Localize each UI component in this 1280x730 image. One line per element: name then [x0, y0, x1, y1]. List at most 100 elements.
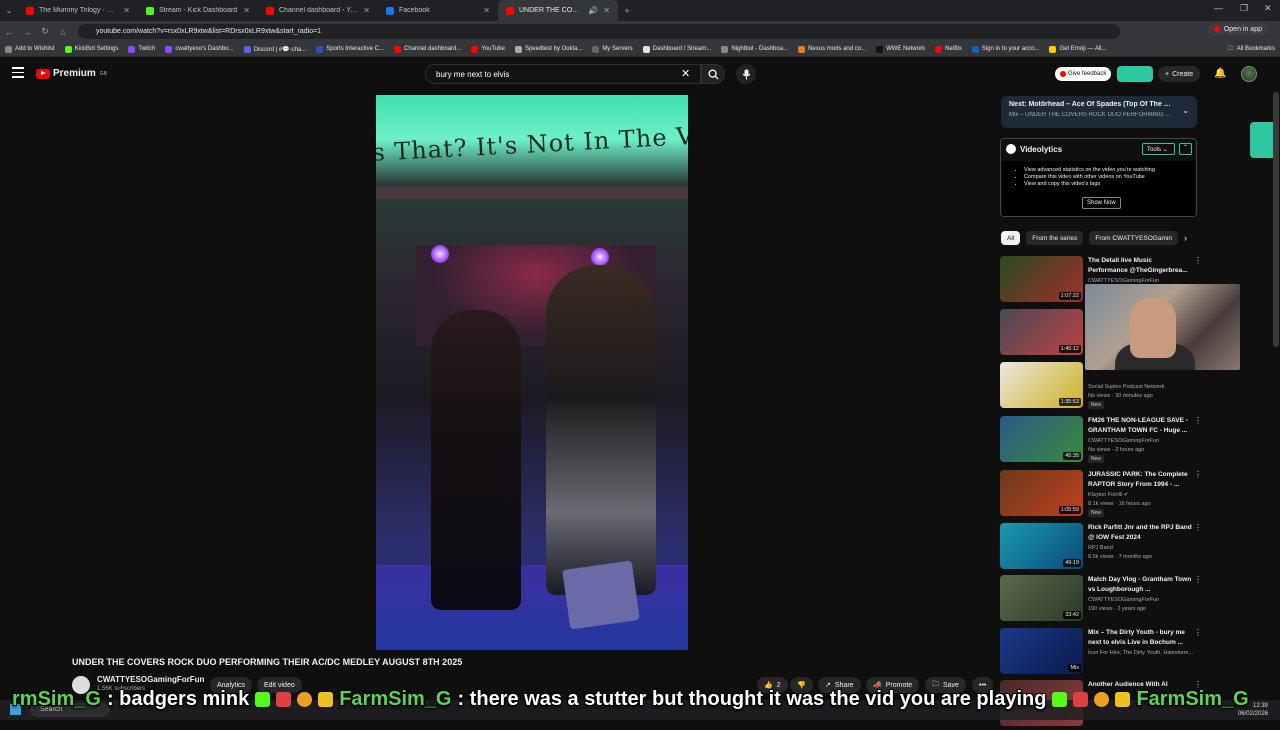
video-title[interactable]: Match Day Vlog - Grantham Town vs Loughb…	[1088, 575, 1192, 595]
video-thumbnail[interactable]: 1:07:22	[1000, 256, 1083, 302]
browser-tab[interactable]: Channel dashboard - YouTube ✕	[258, 0, 378, 21]
bookmark-item[interactable]: cwattyeso's Dashbo...	[160, 45, 238, 53]
bookmark-item[interactable]: KickBot Settings	[60, 45, 124, 53]
back-icon[interactable]: ←	[0, 27, 18, 37]
recommended-video[interactable]: 1:05:59 JURASSIC PARK: The Complete RAPTO…	[1000, 470, 1202, 520]
more-vert-icon[interactable]: ⋮	[1194, 523, 1202, 532]
more-vert-icon[interactable]: ⋮	[1194, 470, 1202, 479]
bookmark-item[interactable]: Sign in to your acco...	[967, 45, 1045, 53]
bookmark-item[interactable]: My Servers	[587, 45, 637, 53]
recommended-video[interactable]: 49:19 Rick Parfitt Jnr and the RPJ Band @…	[1000, 523, 1202, 573]
chat-ticker-overlay: rmSim_G : badgers mink FarmSim_G : there…	[0, 686, 1280, 712]
clear-search-icon[interactable]: ✕	[681, 67, 690, 80]
more-vert-icon[interactable]: ⋮	[1194, 416, 1202, 425]
notifications-bell-icon[interactable]: 🔔	[1214, 68, 1226, 79]
chevron-down-icon[interactable]: ⌄	[1182, 106, 1189, 115]
video-thumbnail[interactable]: 45:35	[1000, 416, 1083, 462]
show-now-button[interactable]: Show Now	[1082, 197, 1121, 209]
open-in-app-button[interactable]: Open in app	[1207, 23, 1268, 35]
forward-icon[interactable]: →	[18, 27, 36, 37]
close-icon[interactable]: ✕	[603, 6, 610, 15]
recommended-video[interactable]: 45:35 FM26 THE NON-LEAGUE SAVE - GRANTHAM…	[1000, 416, 1202, 466]
video-thumbnail[interactable]: 49:19	[1000, 523, 1083, 569]
bookmark-item[interactable]: Discord | #💬-cha...	[239, 45, 312, 53]
chevron-right-icon[interactable]: ›	[1184, 233, 1187, 243]
up-next-banner[interactable]: Next: Motörhead – Ace Of Spades (Top Of …	[1001, 96, 1197, 128]
bookmark-item[interactable]: YouTube	[466, 45, 510, 53]
browser-tab[interactable]: Stream - Kick Dashboard ✕	[138, 0, 258, 21]
video-thumbnail[interactable]: 1:45:12	[1000, 309, 1083, 355]
collapse-icon[interactable]: ⌃	[1179, 143, 1192, 155]
close-icon[interactable]: ✕	[243, 6, 250, 15]
account-avatar[interactable]	[1241, 66, 1257, 82]
bookmark-item[interactable]: Twitch	[123, 45, 160, 53]
browser-tab[interactable]: The Mummy Trilogy - Caravan ✕	[18, 0, 138, 21]
bookmark-item[interactable]: WWE Network	[871, 45, 930, 53]
video-title[interactable]: JURASSIC PARK: The Complete RAPTOR Story…	[1088, 470, 1192, 490]
chip-all[interactable]: All	[1001, 231, 1021, 245]
bookmark-item[interactable]: Nightbot - Dashboa...	[716, 45, 793, 53]
create-button[interactable]: + Create	[1158, 66, 1201, 82]
minimize-icon[interactable]: —	[1214, 3, 1223, 13]
video-thumbnail[interactable]: Mix	[1000, 628, 1083, 674]
bookmark-item[interactable]: Speedtest by Ookla...	[510, 45, 587, 53]
close-icon[interactable]: ✕	[123, 6, 130, 15]
video-player[interactable]: s That? It's Not In The VodkabuLary Let …	[376, 95, 688, 650]
channel-name[interactable]: CWATTYESOGamingForFun	[1088, 597, 1159, 603]
chip-from-channel[interactable]: From CWATTYESOGamin	[1089, 231, 1178, 245]
video-title[interactable]: The Detail live Music Performance @TheGi…	[1088, 256, 1192, 276]
channel-name[interactable]: CWATTYESOGamingForFun	[1088, 438, 1159, 444]
url-field[interactable]: youtube.com/watch?v=rsx0xLR9xtw&list=RDr…	[78, 24, 1120, 39]
video-thumbnail[interactable]: 1:35:53	[1000, 362, 1083, 408]
bookmark-item[interactable]: Dashboard / Stream...	[638, 45, 717, 53]
channel-name[interactable]: RPJ Band	[1088, 545, 1113, 551]
reload-icon[interactable]: ↻	[36, 26, 54, 37]
more-vert-icon[interactable]: ⋮	[1194, 575, 1202, 584]
search-button[interactable]	[701, 64, 725, 84]
channel-name[interactable]: CWATTYESOGamingForFun	[97, 675, 204, 684]
video-thumbnail[interactable]: 1:05:59	[1000, 470, 1083, 516]
bookmark-favicon-icon	[64, 45, 72, 53]
bookmark-item[interactable]: Channel dashboard...	[389, 45, 466, 53]
search-input[interactable]: bury me next to elvis	[425, 64, 701, 84]
close-icon[interactable]: ✕	[483, 6, 490, 15]
bookmark-item[interactable]: Add to Wishlist	[0, 45, 60, 53]
close-window-icon[interactable]: ✕	[1264, 3, 1272, 14]
bookmark-item[interactable]: Get Emoji — All...	[1044, 45, 1111, 53]
browser-tab-active[interactable]: UNDER THE COVERS ROCK 🔊 ✕	[498, 0, 618, 21]
recommended-video[interactable]: Mix Mix – The Dirty Youth - bury me next …	[1000, 628, 1202, 678]
scrollbar[interactable]	[1273, 92, 1279, 347]
video-title[interactable]: Rick Parfitt Jnr and the RPJ Band @ IOW …	[1088, 523, 1192, 543]
recommended-video[interactable]: 33:42 Match Day Vlog - Grantham Town vs L…	[1000, 575, 1202, 625]
more-vert-icon[interactable]: ⋮	[1194, 256, 1202, 265]
video-thumbnail[interactable]: 33:42	[1000, 575, 1083, 621]
extension-button[interactable]	[1117, 66, 1153, 82]
bookmark-label: cwattyeso's Dashbo...	[175, 46, 234, 52]
close-icon[interactable]: ✕	[363, 6, 370, 15]
give-feedback-button[interactable]: Give feedback	[1055, 67, 1112, 81]
voice-search-button[interactable]	[736, 64, 756, 84]
mute-icon[interactable]: 🔊	[588, 6, 598, 15]
channel-name[interactable]: Icon For Hire, The Dirty Youth, Halestor…	[1088, 650, 1193, 656]
youtube-logo[interactable]: Premium GB	[36, 68, 107, 79]
bookmark-item[interactable]: Netflix	[930, 45, 967, 53]
bookmark-item[interactable]: Nexus mods and co...	[793, 45, 871, 53]
new-tab-icon[interactable]: +	[618, 6, 636, 16]
maximize-icon[interactable]: ❐	[1240, 3, 1248, 14]
all-bookmarks-button[interactable]: 🗀 All Bookmarks	[1223, 44, 1280, 54]
video-title[interactable]: FM26 THE NON-LEAGUE SAVE - GRANTHAM TOWN…	[1088, 416, 1192, 436]
logo-region: GB	[99, 70, 108, 77]
home-icon[interactable]: ⌂	[54, 27, 72, 37]
browser-tab[interactable]: Facebook ✕	[378, 0, 498, 21]
video-title[interactable]: Mix – The Dirty Youth - bury me next to …	[1088, 628, 1192, 648]
more-vert-icon[interactable]: ⋮	[1194, 628, 1202, 637]
chip-from-series[interactable]: From the series	[1026, 231, 1084, 245]
bookmark-item[interactable]: Sports Interactive C...	[311, 45, 389, 53]
channel-name[interactable]: Social Suplex Podcast Network	[1088, 384, 1164, 390]
video-duration: 1:45:12	[1058, 345, 1081, 353]
channel-name[interactable]: Klayton Fiorilli ✔	[1088, 492, 1128, 498]
tab-search-icon[interactable]: ⌄	[0, 5, 18, 16]
extension-side-button[interactable]	[1250, 122, 1274, 158]
menu-icon[interactable]	[12, 67, 24, 81]
tools-dropdown[interactable]: Tools ⌄	[1142, 143, 1175, 155]
